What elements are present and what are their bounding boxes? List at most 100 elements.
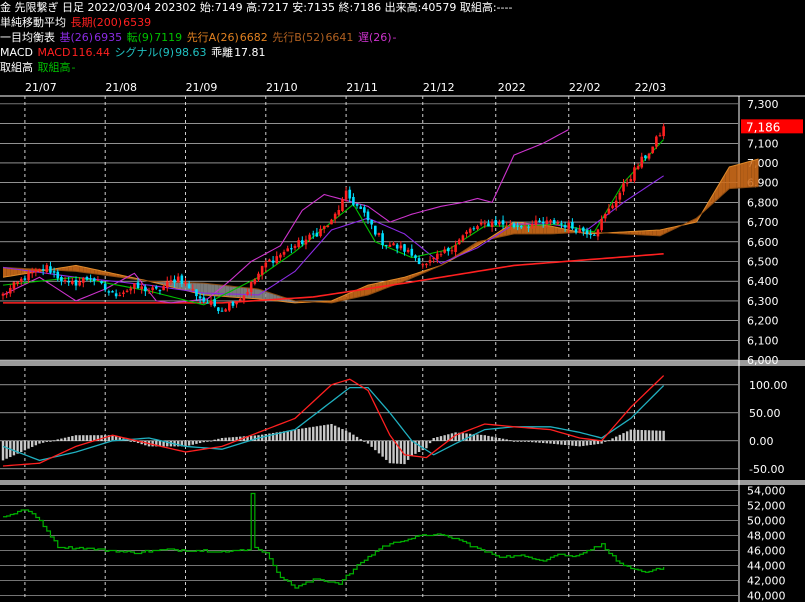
chart-canvas: 21/07 21/08 21/09 21/10 21/11 21/12 2022 22/02 2… <box>0 78 805 602</box>
macd-histogram-bar <box>5 440 8 459</box>
candle-body <box>479 222 483 225</box>
candle-body <box>282 251 286 255</box>
candle-body <box>92 278 96 282</box>
macd-histogram-bar <box>505 439 508 441</box>
candle-body <box>155 286 158 289</box>
candle-body <box>487 223 490 227</box>
price-tick-label: 6,800 <box>747 196 779 209</box>
candle-body <box>644 155 647 159</box>
ichimoku-cloud-segment <box>729 165 733 189</box>
signal-value: 98.63 <box>175 46 207 59</box>
macd-histogram-bar <box>377 440 381 454</box>
candle-body <box>158 290 162 292</box>
macd-histogram-bar <box>534 440 538 443</box>
candle-body <box>370 219 373 225</box>
macd-histogram-bar <box>644 430 647 441</box>
candle-body <box>85 276 89 280</box>
candle-body <box>414 255 417 259</box>
candle-body <box>56 271 60 279</box>
candle-body <box>107 291 111 293</box>
macd-title: MACD <box>0 46 33 59</box>
candle-body <box>82 278 85 283</box>
candle-body <box>290 248 293 250</box>
candle-body <box>224 309 227 312</box>
candle-body <box>658 135 662 137</box>
candle-body <box>301 240 304 245</box>
candle-body <box>589 233 592 235</box>
candle-body <box>187 284 191 289</box>
price-tick-label: 6,200 <box>747 315 779 328</box>
oi-tick-label: 42,000 <box>747 575 786 588</box>
macd-histogram-bar <box>410 440 413 456</box>
candle-body <box>246 291 249 295</box>
candle-body <box>534 220 538 226</box>
price-tick-label: 6,400 <box>747 275 779 288</box>
candle-body <box>425 263 428 266</box>
candle-body <box>395 244 399 249</box>
macd-histogram-bar <box>85 435 89 441</box>
candle-body <box>538 220 541 223</box>
candle-body <box>403 244 406 252</box>
candle-body <box>640 156 644 168</box>
candle-body <box>5 293 8 295</box>
candle-body <box>78 281 81 286</box>
candle-body <box>100 281 103 284</box>
macd-tick-label: -50.00 <box>749 463 784 476</box>
candle-body <box>1 293 5 296</box>
candle-body <box>355 203 359 206</box>
price-tick-label: 6,100 <box>747 334 779 347</box>
oi-label: 取組高 <box>37 61 71 74</box>
candle-body <box>30 272 34 274</box>
ichimoku-cloud-segment <box>550 226 555 234</box>
macd-histogram-bar <box>574 440 578 447</box>
candle-body <box>516 225 519 227</box>
oi-title: 取組高 <box>0 61 33 74</box>
ichimoku-cloud-segment <box>754 159 759 187</box>
candle-body <box>560 223 563 225</box>
candle-body <box>614 200 618 208</box>
macd-histogram-bar <box>341 429 344 441</box>
candle-body <box>596 229 600 237</box>
macd-histogram-bar <box>552 440 556 444</box>
macd-histogram-bar <box>355 436 359 441</box>
macd-histogram-bar <box>319 425 322 441</box>
macd-histogram-bar <box>198 440 202 444</box>
macd-histogram-bar <box>202 440 205 443</box>
kijun-value: 6935 <box>94 31 123 44</box>
header-line-4: MACD MACD116.44 シグナル(9)98.63 乖離17.81 <box>0 46 740 60</box>
candle-body <box>625 182 629 184</box>
candle-body <box>249 282 253 293</box>
candle-body <box>220 310 224 312</box>
candle-body <box>264 262 268 268</box>
macd-histogram-bar <box>633 429 636 441</box>
macd-histogram-bar <box>49 440 52 442</box>
macd-histogram-bar <box>359 439 362 441</box>
macd-histogram-bar <box>622 433 625 441</box>
macd-histogram-bar <box>12 440 16 456</box>
date-label: 22/03 <box>635 81 667 94</box>
macd-histogram-bar <box>78 435 81 441</box>
price-tick-label: 6,600 <box>747 236 779 249</box>
candle-body <box>399 245 403 249</box>
candle-body <box>169 280 173 282</box>
candle-body <box>607 208 611 214</box>
candle-body <box>636 166 640 169</box>
candle-body <box>12 282 16 289</box>
candle-body <box>114 293 118 297</box>
macd-histogram-bar <box>348 432 351 441</box>
macd-histogram-bar <box>297 429 300 441</box>
macd-histogram-bar <box>487 435 490 441</box>
macd-histogram-bar <box>439 436 443 441</box>
candle-body <box>571 222 574 229</box>
ichimoku-cloud-segment <box>218 284 222 297</box>
candle-body <box>520 225 523 228</box>
candle-body <box>541 221 545 224</box>
candle-body <box>436 253 439 260</box>
candle-body <box>377 233 381 235</box>
candle-body <box>304 239 308 245</box>
candle-body <box>49 266 52 273</box>
candle-body <box>235 301 238 305</box>
open-interest-line <box>3 492 665 589</box>
macd-histogram-bar <box>520 440 523 442</box>
candle-body <box>432 257 435 260</box>
